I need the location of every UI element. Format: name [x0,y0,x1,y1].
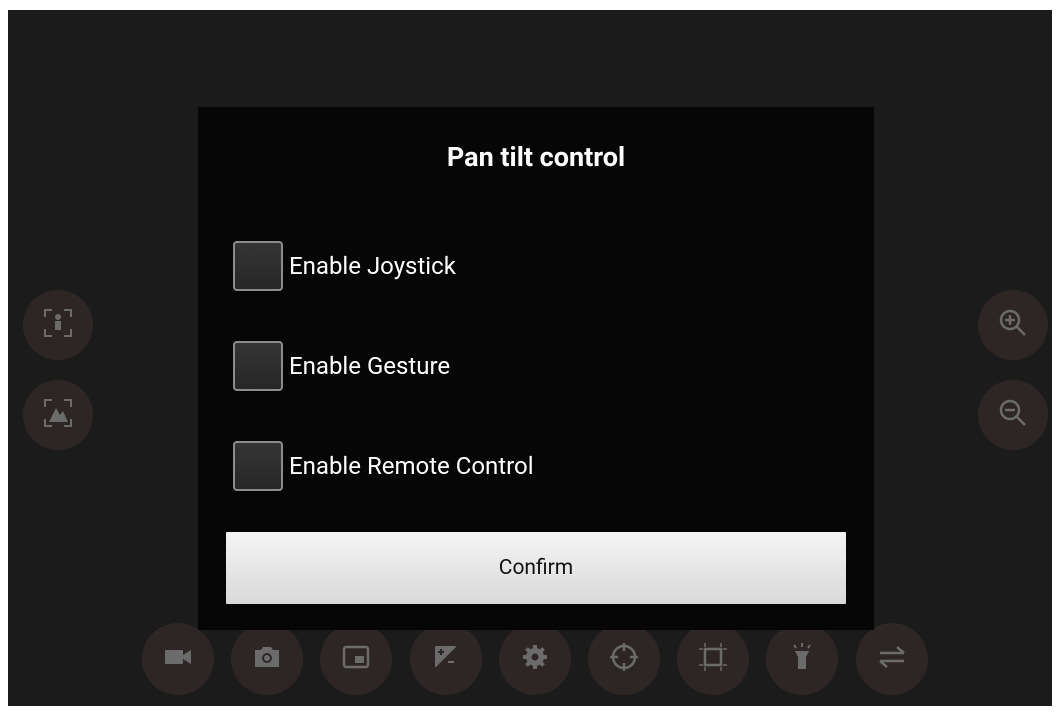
crop-frame-button[interactable] [677,623,749,695]
option-enable-remote-control[interactable]: Enable Remote Control [233,438,534,494]
face-tracking-icon [41,306,75,344]
option-enable-gesture[interactable]: Enable Gesture [233,338,450,394]
option-label: Enable Gesture [289,352,451,380]
take-photo-button[interactable] [231,623,303,695]
dialog-title: Pan tilt control [446,141,626,173]
zoom-out-icon [996,396,1030,434]
gesture-checkbox[interactable] [233,341,283,391]
settings-gear-icon [518,640,552,678]
zoom-in-button[interactable] [978,290,1048,360]
zoom-out-button[interactable] [978,380,1048,450]
option-enable-joystick[interactable]: Enable Joystick [233,238,456,294]
swap-icon [875,640,909,678]
scene-tracking-icon [41,396,75,434]
joystick-checkbox[interactable] [233,241,283,291]
flashlight-button[interactable] [766,623,838,695]
camera-screen: Pan tilt control Enable Joystick Enable … [8,10,1052,706]
swap-camera-button[interactable] [856,623,928,695]
face-tracking-button[interactable] [23,290,93,360]
option-label: Enable Remote Control [289,452,534,480]
crop-frame-icon [696,640,730,678]
exposure-icon [429,640,463,678]
photo-camera-icon [250,640,284,678]
center-target-button[interactable] [588,623,660,695]
scene-tracking-button[interactable] [23,380,93,450]
video-camera-icon [161,640,195,678]
option-label: Enable Joystick [289,252,456,280]
remote-control-checkbox[interactable] [233,441,283,491]
zoom-in-icon [996,306,1030,344]
settings-button[interactable] [499,623,571,695]
target-crosshair-icon [607,640,641,678]
confirm-button[interactable]: Confirm [226,532,846,604]
record-video-button[interactable] [142,623,214,695]
picture-in-picture-icon [339,640,373,678]
flashlight-icon [785,640,819,678]
pan-tilt-dialog: Pan tilt control Enable Joystick Enable … [198,107,874,630]
picture-in-picture-button[interactable] [320,623,392,695]
exposure-button[interactable] [410,623,482,695]
